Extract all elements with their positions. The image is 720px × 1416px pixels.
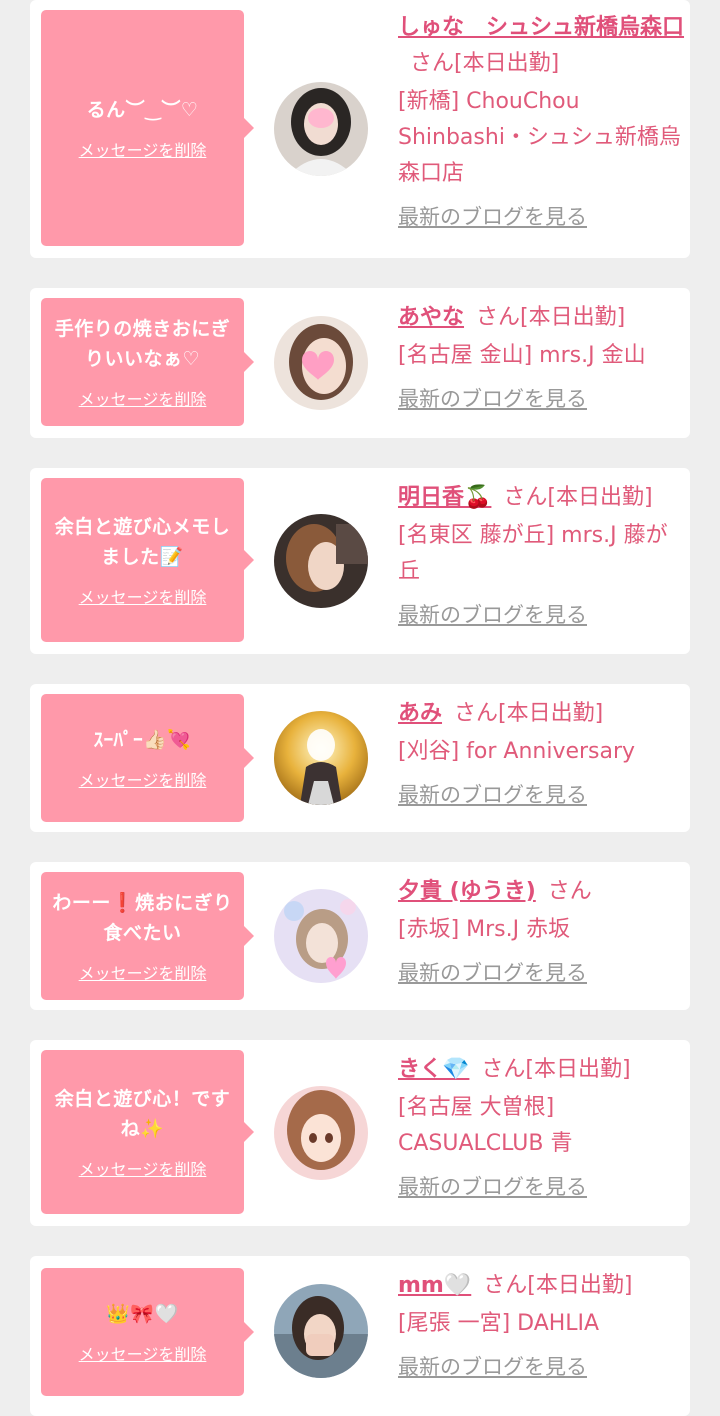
cast-info: mm🤍 さん[本日出勤] [尾張 一宮] DAHLIA 最新のブログを見る bbox=[398, 1268, 684, 1382]
shop-info: [赤坂] Mrs.J 赤坂 bbox=[398, 917, 571, 942]
cast-name-link[interactable]: しゅな シュシュ新橋烏森口 bbox=[398, 15, 684, 40]
shop-info: [名古屋 金山] mrs.J 金山 bbox=[398, 343, 646, 368]
cast-info: あみ さん[本日出勤] [刈谷] for Anniversary 最新のブログを見… bbox=[398, 696, 684, 810]
message-text: 余白と遊び心メモしました📝 bbox=[54, 516, 231, 568]
cast-name-line: mm🤍 さん[本日出勤] bbox=[398, 1268, 684, 1304]
delete-message-link[interactable]: メッセージを削除 bbox=[79, 584, 207, 608]
cast-name-link[interactable]: あやな bbox=[398, 305, 464, 330]
message-bubble: わーー❗焼おにぎり食べたい メッセージを削除 bbox=[41, 872, 244, 1000]
cast-name-link[interactable]: きく💎 bbox=[398, 1057, 469, 1082]
latest-blog-link[interactable]: 最新のブログを見る bbox=[398, 958, 684, 988]
cast-name-line: 夕貴 (ゆうき) さん bbox=[398, 874, 684, 910]
cast-status: さん bbox=[547, 879, 592, 904]
message-bubble: 余白と遊び心メモしました📝 メッセージを削除 bbox=[41, 478, 244, 642]
cast-name-line: きく💎 さん[本日出勤] bbox=[398, 1052, 684, 1088]
message-card: 余白と遊び心メモしました📝 メッセージを削除 明日香🍒 さん[本日出勤] [名東区… bbox=[30, 468, 690, 654]
shop-info: [刈谷] for Anniversary bbox=[398, 739, 636, 764]
message-bubble: 余白と遊び心！ですね✨ メッセージを削除 bbox=[41, 1050, 244, 1214]
latest-blog-link[interactable]: 最新のブログを見る bbox=[398, 384, 684, 414]
cast-status: さん[本日出勤] bbox=[481, 1057, 631, 1082]
delete-message-link[interactable]: メッセージを削除 bbox=[79, 1156, 207, 1180]
cast-name-line: あみ さん[本日出勤] bbox=[398, 696, 684, 732]
avatar-photo-icon[interactable] bbox=[274, 889, 368, 983]
message-card: 余白と遊び心！ですね✨ メッセージを削除 きく💎 さん[本日出勤] [名古屋 大曽… bbox=[30, 1040, 690, 1226]
latest-blog-link[interactable]: 最新のブログを見る bbox=[398, 780, 684, 810]
avatar-photo-icon[interactable] bbox=[274, 1086, 368, 1180]
message-list: るん︶‿︶♡ メッセージを削除 しゅな シュシュ新橋烏森口さん[本日出勤] [新… bbox=[0, 0, 720, 1416]
cast-name-link[interactable]: あみ bbox=[398, 701, 442, 726]
message-bubble: ｽｰﾊﾟｰ👍🏻💘 メッセージを削除 bbox=[41, 694, 244, 822]
cast-info: しゅな シュシュ新橋烏森口さん[本日出勤] [新橋] ChouChou Shin… bbox=[398, 10, 684, 232]
cast-status: さん[本日出勤] bbox=[476, 305, 626, 330]
cast-status: さん[本日出勤] bbox=[503, 485, 653, 510]
delete-message-link[interactable]: メッセージを削除 bbox=[79, 1341, 207, 1365]
latest-blog-link[interactable]: 最新のブログを見る bbox=[398, 1352, 684, 1382]
shop-info: [名古屋 大曽根] CASUALCLUB 青 bbox=[398, 1095, 573, 1156]
delete-message-link[interactable]: メッセージを削除 bbox=[79, 137, 207, 161]
message-text: 余白と遊び心！ですね✨ bbox=[54, 1088, 231, 1140]
delete-message-link[interactable]: メッセージを削除 bbox=[79, 386, 207, 410]
latest-blog-link[interactable]: 最新のブログを見る bbox=[398, 1172, 684, 1202]
message-bubble: るん︶‿︶♡ メッセージを削除 bbox=[41, 10, 244, 246]
message-card: 👑🎀🤍 メッセージを削除 mm🤍 さん[本日出勤] [尾張 一宮] DAHLIA … bbox=[30, 1256, 690, 1416]
message-text: るん︶‿︶♡ bbox=[86, 99, 199, 121]
cast-name-link[interactable]: 明日香🍒 bbox=[398, 485, 491, 510]
message-text: ｽｰﾊﾟｰ👍🏻💘 bbox=[93, 729, 192, 751]
shop-info: [尾張 一宮] DAHLIA bbox=[398, 1311, 600, 1336]
latest-blog-link[interactable]: 最新のブログを見る bbox=[398, 600, 684, 630]
shop-info: [新橋] ChouChou Shinbashi・シュシュ新橋烏森口店 bbox=[398, 89, 681, 186]
avatar-photo-icon[interactable] bbox=[274, 514, 368, 608]
cast-status: さん[本日出勤] bbox=[410, 51, 560, 76]
message-card: ｽｰﾊﾟｰ👍🏻💘 メッセージを削除 あみ さん[本日出勤] [刈谷] for A… bbox=[30, 684, 690, 832]
message-text: 👑🎀🤍 bbox=[106, 1303, 179, 1325]
cast-info: 夕貴 (ゆうき) さん [赤坂] Mrs.J 赤坂 最新のブログを見る bbox=[398, 874, 684, 988]
message-text: わーー❗焼おにぎり食べたい bbox=[52, 892, 233, 944]
cast-info: あやな さん[本日出勤] [名古屋 金山] mrs.J 金山 最新のブログを見る bbox=[398, 300, 684, 414]
cast-name-line: しゅな シュシュ新橋烏森口さん[本日出勤] bbox=[398, 10, 684, 82]
cast-name-line: 明日香🍒 さん[本日出勤] bbox=[398, 480, 684, 516]
cast-status: さん[本日出勤] bbox=[483, 1273, 633, 1298]
message-bubble: 手作りの焼きおにぎりいいなぁ♡ メッセージを削除 bbox=[41, 298, 244, 426]
avatar-photo-icon[interactable] bbox=[274, 711, 368, 805]
cast-info: きく💎 さん[本日出勤] [名古屋 大曽根] CASUALCLUB 青 最新のブロ… bbox=[398, 1052, 684, 1202]
avatar-photo-icon[interactable] bbox=[274, 82, 368, 176]
latest-blog-link[interactable]: 最新のブログを見る bbox=[398, 202, 684, 232]
shop-info: [名東区 藤が丘] mrs.J 藤が丘 bbox=[398, 523, 668, 584]
message-text: 手作りの焼きおにぎりいいなぁ♡ bbox=[54, 318, 231, 370]
message-card: わーー❗焼おにぎり食べたい メッセージを削除 夕貴 (ゆうき) さん [赤坂] M… bbox=[30, 862, 690, 1010]
cast-name-link[interactable]: 夕貴 (ゆうき) bbox=[398, 879, 536, 904]
avatar-photo-icon[interactable] bbox=[274, 1284, 368, 1378]
avatar-photo-icon[interactable] bbox=[274, 316, 368, 410]
cast-name-line: あやな さん[本日出勤] bbox=[398, 300, 684, 336]
message-card: るん︶‿︶♡ メッセージを削除 しゅな シュシュ新橋烏森口さん[本日出勤] [新… bbox=[30, 0, 690, 258]
delete-message-link[interactable]: メッセージを削除 bbox=[79, 767, 207, 791]
delete-message-link[interactable]: メッセージを削除 bbox=[79, 960, 207, 984]
message-card: 手作りの焼きおにぎりいいなぁ♡ メッセージを削除 あやな さん[本日出勤] [名古… bbox=[30, 288, 690, 438]
cast-info: 明日香🍒 さん[本日出勤] [名東区 藤が丘] mrs.J 藤が丘 最新のブログを… bbox=[398, 480, 684, 630]
message-bubble: 👑🎀🤍 メッセージを削除 bbox=[41, 1268, 244, 1396]
cast-status: さん[本日出勤] bbox=[454, 701, 604, 726]
cast-name-link[interactable]: mm🤍 bbox=[398, 1273, 471, 1298]
